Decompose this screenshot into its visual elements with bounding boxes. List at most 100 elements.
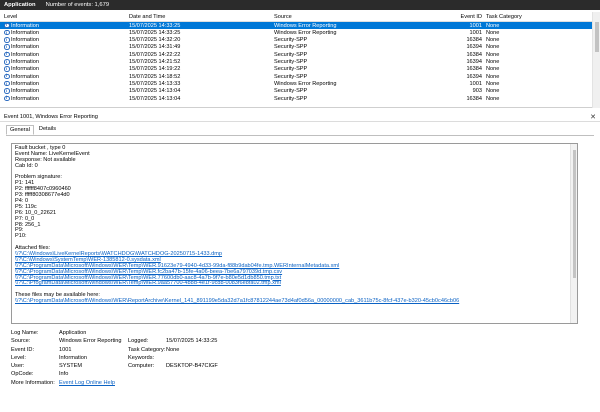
row-level: Information (11, 88, 39, 95)
row-source: Security-SPP (274, 37, 308, 44)
row-level: Information (11, 95, 39, 102)
description-scrollbar[interactable] (570, 144, 577, 323)
header-date[interactable]: Date and Time (129, 14, 165, 20)
row-date: 15/07/2025 14:31:49 (129, 44, 181, 51)
row-date: 15/07/2025 14:32:20 (129, 37, 181, 44)
row-source: Security-SPP (274, 73, 308, 80)
table-row[interactable]: i Information 15/07/2025 14:32:20 Security-… (0, 37, 600, 44)
row-level: Information (11, 66, 39, 73)
table-row[interactable]: i Information 15/07/2025 14:22:22 Security-… (0, 51, 600, 58)
row-event-id: 903 (472, 88, 482, 95)
table-row[interactable]: i Information 15/07/2025 14:33:25 Windows E… (0, 29, 600, 36)
row-event-id: 16384 (466, 95, 482, 102)
row-event-id: 16384 (466, 51, 482, 58)
event-log-online-help-link[interactable]: Event Log Online Help (59, 380, 115, 386)
row-source: Security-SPP (274, 59, 308, 66)
table-row[interactable]: i Information 15/07/2025 14:13:04 Security-… (0, 95, 600, 102)
information-icon: i (4, 29, 10, 36)
table-row[interactable]: i Information 15/07/2025 14:13:33 Windows E… (0, 80, 600, 87)
row-task-category: None (486, 73, 500, 80)
row-event-id: 16394 (466, 73, 482, 80)
grid-scrollbar[interactable] (592, 12, 600, 108)
row-event-id: 16394 (466, 44, 482, 51)
row-task-category: None (486, 44, 500, 51)
header-event-id[interactable]: Event ID (440, 14, 482, 20)
information-icon: i (4, 80, 10, 87)
event-properties: Log Name: Application Source: Windows Er… (11, 330, 411, 388)
row-task-category: None (486, 80, 500, 87)
row-task-category: None (486, 22, 500, 29)
row-date: 15/07/2025 14:13:33 (129, 80, 181, 87)
level-value: Information (59, 354, 87, 361)
row-task-category: None (486, 95, 500, 102)
log-name-value: Application (59, 330, 87, 336)
row-level: Information (11, 37, 39, 44)
row-event-id: 16394 (466, 59, 482, 66)
row-date: 15/07/2025 14:19:22 (129, 66, 181, 73)
grid-header: Level Date and Time Source Event ID Task… (0, 12, 600, 22)
tab-general[interactable]: General (6, 125, 34, 135)
source-value: Windows Error Reporting (59, 338, 122, 345)
table-row[interactable]: i Information 15/07/2025 14:21:52 Security-… (0, 58, 600, 65)
event-id-value: 1001 (59, 346, 72, 353)
header-source[interactable]: Source (274, 14, 292, 20)
row-task-category: None (486, 37, 500, 44)
detail-header: Event 1001, Windows Error Reporting ✕ (0, 113, 600, 122)
information-icon: i (4, 66, 10, 72)
row-event-id: 1001 (469, 80, 482, 87)
tab-details[interactable]: Details (36, 125, 59, 135)
table-row[interactable]: i Information 15/07/2025 14:33:25 Windows E… (0, 22, 600, 30)
row-source: Security-SPP (274, 44, 308, 51)
row-source: Security-SPP (274, 88, 308, 95)
information-icon: i (4, 51, 10, 58)
task-category-value: None (166, 346, 180, 353)
row-source: Windows Error Reporting (274, 80, 337, 87)
scroll-thumb[interactable] (573, 150, 576, 278)
row-task-category: None (486, 88, 500, 95)
header-task-category[interactable]: Task Category (486, 14, 522, 20)
row-level: Information (11, 22, 39, 29)
opcode-label: OpCode: (11, 371, 34, 378)
computer-value: DESKTOP-B47CIGF (166, 363, 218, 370)
row-date: 15/07/2025 14:13:04 (129, 88, 181, 95)
row-event-id: 16384 (466, 66, 482, 73)
row-event-id: 1001 (469, 22, 482, 29)
events-grid[interactable]: Level Date and Time Source Event ID Task… (0, 12, 600, 108)
row-date: 15/07/2025 14:18:52 (129, 73, 181, 80)
opcode-value: Info (59, 371, 69, 378)
scroll-thumb[interactable] (595, 22, 599, 52)
row-level: Information (11, 80, 39, 87)
tab-divider (6, 135, 594, 136)
row-date: 15/07/2025 14:21:52 (129, 59, 181, 66)
row-task-category: None (486, 66, 500, 73)
log-name-title: Application (4, 2, 36, 8)
keywords-label: Keywords: (128, 354, 155, 361)
table-row[interactable]: i Information 15/07/2025 14:18:52 Security-… (0, 73, 600, 80)
row-event-id: 16384 (466, 37, 482, 44)
row-task-category: None (486, 59, 500, 66)
row-date: 15/07/2025 14:33:25 (129, 22, 181, 29)
row-source: Windows Error Reporting (274, 22, 337, 29)
table-row[interactable]: i Information 15/07/2025 14:13:04 Security-… (0, 88, 600, 95)
row-source: Windows Error Reporting (274, 29, 337, 36)
row-task-category: None (486, 51, 500, 58)
event-description[interactable]: Fault bucket , type 0 Event Name: LiveKer… (11, 143, 578, 324)
source-label: Source: (11, 338, 31, 345)
information-icon: i (4, 88, 10, 94)
task-category-label: Task Category: (128, 346, 166, 353)
user-label: User: (11, 363, 25, 370)
row-level: Information (11, 51, 39, 58)
table-row[interactable]: i Information 15/07/2025 14:31:49 Security-… (0, 44, 600, 51)
header-level[interactable]: Level (4, 14, 17, 20)
row-level: Information (11, 29, 39, 36)
computer-label: Computer: (128, 363, 155, 370)
event-count: Number of events: 1,679 (45, 2, 110, 8)
row-level: Information (11, 73, 39, 80)
table-row[interactable]: i Information 15/07/2025 14:19:22 Security-… (0, 66, 600, 73)
close-icon[interactable]: ✕ (590, 113, 596, 121)
information-icon: i (4, 95, 10, 102)
information-icon: i (4, 73, 10, 80)
row-date: 15/07/2025 14:13:04 (129, 95, 181, 102)
user-value: SYSTEM (59, 363, 83, 370)
file-path-link[interactable]: \\?\C:\ProgramData\Microsoft\Windows\WER… (15, 298, 574, 305)
